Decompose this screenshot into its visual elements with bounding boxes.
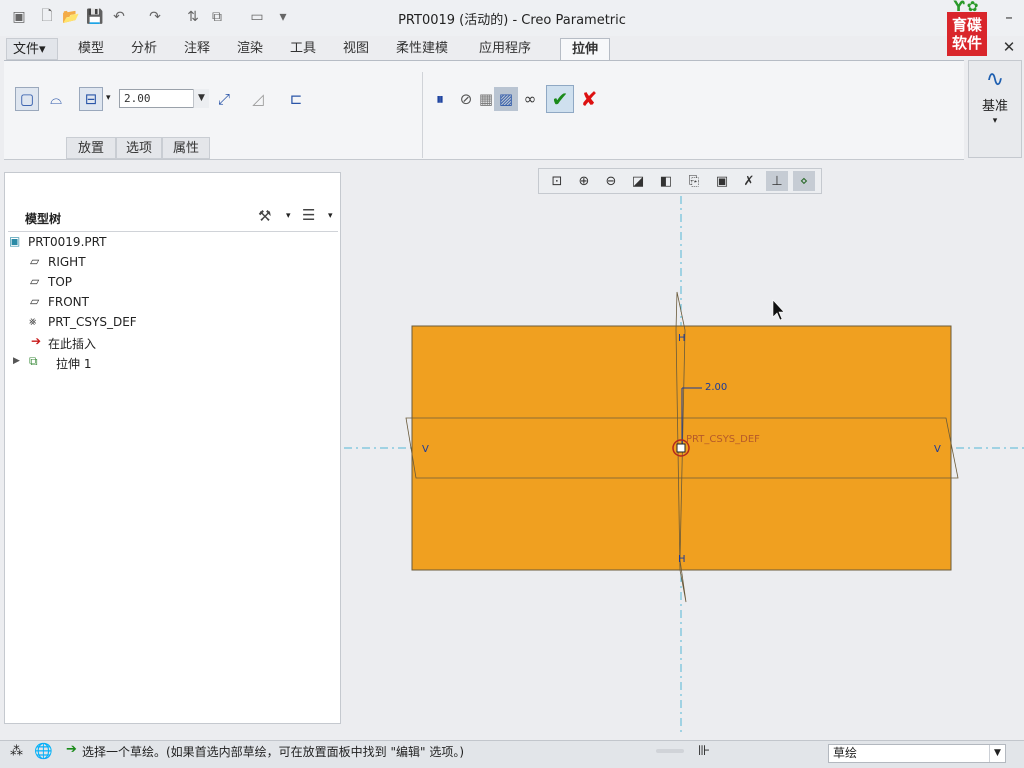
tree-item-csys[interactable]: PRT_CSYS_DEF [48, 315, 137, 329]
message-arrow-icon: ➔ [66, 742, 77, 757]
window-title: PRT0019 (活动的) - Creo Parametric [398, 13, 626, 28]
zoom-out-icon[interactable]: ⊖ [600, 171, 622, 191]
pause-icon[interactable]: ⏸ [428, 87, 452, 111]
tab-view[interactable]: 视图 [337, 38, 375, 60]
remove-material-icon[interactable]: ◿ [246, 87, 270, 111]
tab-extrude[interactable]: 拉伸 [560, 38, 610, 61]
horizontal-constraint-bottom: H [678, 554, 686, 565]
selection-filter-value: 草绘 [833, 746, 858, 760]
model-tree-title: 模型树 [25, 212, 62, 226]
tree-item-right[interactable]: RIGHT [48, 255, 86, 269]
subtab-placement[interactable]: 放置 [66, 137, 116, 159]
tab-model[interactable]: 模型 [72, 38, 110, 60]
status-message: 选择一个草绘。(如果首选内部草绘，可在放置面板中找到 "编辑" 选项。) [82, 745, 465, 759]
verify-icon[interactable]: ▨ [494, 87, 518, 111]
tab-analysis[interactable]: 分析 [125, 38, 163, 60]
filter-dropdown-icon[interactable]: ▼ [989, 745, 1005, 762]
tab-flexible-modeling[interactable]: 柔性建模 [390, 38, 454, 60]
ribbon-divider [422, 72, 423, 158]
tree-item-part[interactable]: PRT0019.PRT [28, 235, 106, 249]
tree-item-front[interactable]: FRONT [48, 295, 89, 309]
datum-dropdown-icon: ▾ [992, 116, 998, 126]
tree-settings-dropdown-icon[interactable]: ▾ [286, 211, 291, 221]
graphics-canvas[interactable]: 2.00 PRT_CSYS_DEF H H V V [344, 196, 1024, 736]
depth-option-dropdown-icon[interactable]: ▾ [106, 93, 111, 103]
thicken-sketch-icon[interactable]: ⊏ [284, 87, 308, 111]
tree-item-top[interactable]: TOP [48, 275, 72, 289]
dimension-text: 2.00 [705, 382, 727, 393]
insert-arrow-icon: ➔ [31, 334, 42, 348]
repaint-icon[interactable]: ◪ [627, 171, 649, 191]
tree-item-insert-here[interactable]: 在此插入 [48, 335, 96, 352]
logo-line1: 育碟 [951, 16, 982, 34]
browser-toggle-icon[interactable]: 🌐 [34, 742, 53, 760]
refit-icon[interactable]: ⊡ [546, 171, 568, 191]
cancel-x-icon[interactable]: ✘ [577, 87, 601, 111]
tab-applications[interactable]: 应用程序 [473, 38, 537, 60]
csys-label: PRT_CSYS_DEF [686, 434, 760, 445]
tab-render[interactable]: 渲染 [231, 38, 269, 60]
tab-annotate[interactable]: 注释 [178, 38, 216, 60]
depth-dropdown-icon[interactable]: ▼ [193, 89, 209, 108]
datum-plane-icon: ▱ [30, 274, 40, 288]
progress-indicator [656, 749, 684, 753]
vertical-constraint-left: V [422, 444, 429, 455]
subtab-properties[interactable]: 属性 [162, 137, 210, 159]
tree-header-divider [8, 231, 338, 232]
view-manager-icon[interactable]: ▣ [711, 171, 733, 191]
horizontal-constraint-top: H [678, 333, 686, 344]
zoom-in-icon[interactable]: ⊕ [573, 171, 595, 191]
minimize-icon[interactable]: – [1000, 8, 1018, 26]
tree-show-dropdown-icon[interactable]: ▾ [328, 211, 333, 221]
datum-wave-icon: ∿ [985, 67, 1005, 92]
part-icon: ▣ [9, 234, 21, 248]
datum-group[interactable]: ∿ 基准 ▾ [968, 60, 1022, 158]
saved-orientations-icon[interactable]: ⎘ [683, 171, 705, 191]
navigator-toggle-icon[interactable]: ⁂ [10, 744, 23, 759]
ribbon-tab-bar: 文件▾ 模型 分析 注释 渲染 工具 视图 柔性建模 应用程序 拉伸 [0, 38, 1024, 61]
tree-settings-icon[interactable]: ⚒ [258, 207, 271, 225]
sketch-display-icon[interactable]: ⋄ [793, 171, 815, 191]
csys-icon: ⨳ [29, 314, 37, 328]
leaf-icon: Ƴ✿ [953, 0, 981, 15]
vertical-constraint-right: V [934, 444, 941, 455]
datum-label: 基准 [981, 99, 1008, 114]
tree-item-extrude[interactable]: 拉伸 1 [56, 355, 91, 372]
solid-icon[interactable]: ▢ [15, 87, 39, 111]
verify-glasses-icon[interactable]: ∞ [518, 87, 542, 111]
sketch-view-icon[interactable]: ⊥ [766, 171, 788, 191]
csys-origin-icon [676, 443, 686, 453]
find-icon[interactable]: ⊪ [698, 743, 710, 759]
expand-arrow-icon[interactable]: ▶ [13, 356, 20, 366]
datum-display-icon[interactable]: ✗ [738, 171, 760, 191]
flip-direction-icon[interactable]: ⤢ [212, 87, 236, 111]
extrude-icon: ⧉ [29, 354, 38, 368]
datum-plane-icon: ▱ [30, 294, 40, 308]
subtab-options[interactable]: 选项 [116, 137, 162, 159]
apply-check-icon[interactable]: ✔ [546, 85, 574, 113]
display-style-icon[interactable]: ◧ [655, 171, 677, 191]
tree-show-icon[interactable]: ☰ [302, 206, 315, 224]
surface-icon[interactable]: ⌓ [44, 87, 68, 111]
tab-tools[interactable]: 工具 [284, 38, 322, 60]
tab-file[interactable]: 文件▾ [6, 38, 58, 60]
mouse-cursor-icon [772, 299, 785, 321]
selection-filter[interactable]: 草绘 ▼ [828, 744, 1006, 763]
depth-blind-icon[interactable]: ⊟ [79, 87, 103, 111]
datum-plane-icon: ▱ [30, 254, 40, 268]
